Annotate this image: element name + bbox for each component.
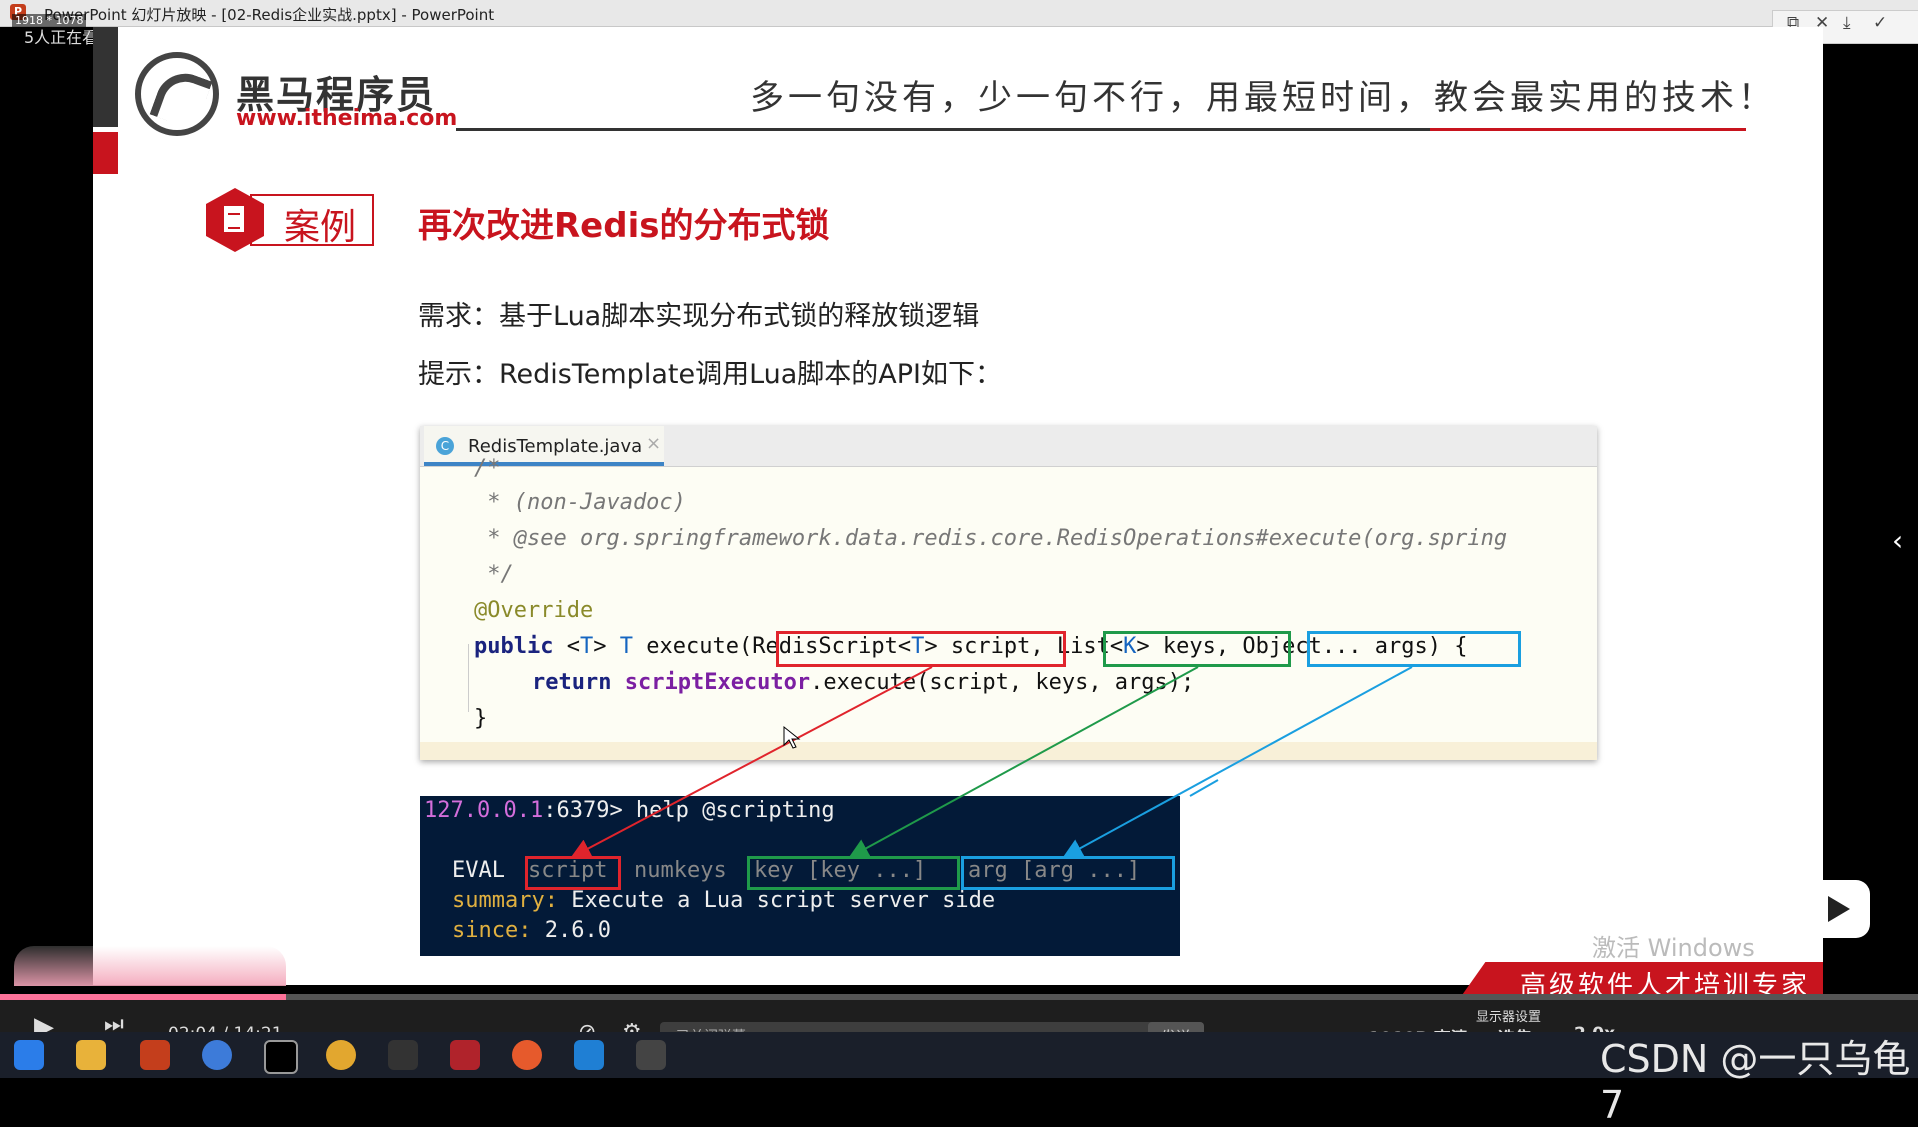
arrow-args bbox=[1062, 666, 1413, 858]
arrow-script bbox=[570, 666, 933, 858]
vscode-icon[interactable] bbox=[574, 1040, 604, 1070]
screen-tool-icon[interactable] bbox=[636, 1040, 666, 1070]
chevron-left-icon[interactable]: ‹ bbox=[1892, 524, 1903, 557]
windows-start-icon[interactable] bbox=[14, 1040, 44, 1070]
play-overlay-icon[interactable] bbox=[1804, 880, 1870, 938]
postman-icon[interactable] bbox=[512, 1040, 542, 1070]
file-explorer-icon[interactable] bbox=[76, 1040, 106, 1070]
redis-desktop-icon[interactable] bbox=[450, 1040, 480, 1070]
progress-wave-decoration bbox=[14, 946, 286, 986]
display-settings[interactable]: 显示器设置 bbox=[1476, 1006, 1541, 1025]
app-taskbar-icon[interactable] bbox=[202, 1040, 232, 1070]
terminal-icon[interactable] bbox=[388, 1040, 418, 1070]
powerpoint-taskbar-icon[interactable] bbox=[140, 1040, 170, 1070]
chrome-icon[interactable] bbox=[326, 1040, 356, 1070]
arrow-args-overflow bbox=[1189, 779, 1219, 797]
intellij-icon[interactable] bbox=[264, 1040, 298, 1074]
mapping-arrows bbox=[570, 666, 1413, 858]
arrow-keys bbox=[848, 666, 1199, 858]
